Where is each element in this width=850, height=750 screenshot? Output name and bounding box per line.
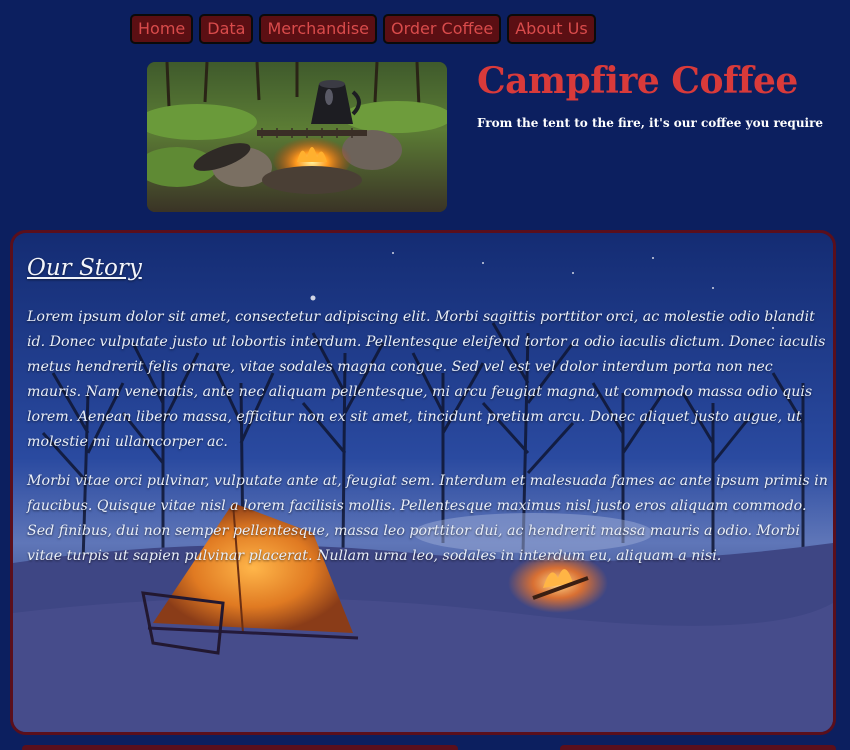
page: Home Data Merchandise Order Coffee About… [0, 0, 850, 750]
campfire-coffee-pot-image [147, 62, 447, 212]
next-section-right-edge [560, 745, 836, 750]
nav-about-us-button[interactable]: About Us [507, 14, 596, 44]
main-nav: Home Data Merchandise Order Coffee About… [130, 14, 596, 44]
nav-data-button[interactable]: Data [199, 14, 254, 44]
nav-merchandise-button[interactable]: Merchandise [259, 14, 377, 44]
story-paragraph-1: Lorem ipsum dolor sit amet, consectetur … [27, 309, 826, 450]
nav-order-coffee-button[interactable]: Order Coffee [383, 14, 502, 44]
next-section-left-edge [22, 745, 458, 750]
story-content: Our Story Lorem ipsum dolor sit amet, co… [27, 255, 829, 583]
site-tagline: From the tent to the fire, it's our coff… [477, 116, 824, 130]
story-paragraph-2: Morbi vitae orci pulvinar, vulputate ant… [27, 473, 828, 564]
story-heading: Our Story [27, 255, 142, 281]
story-panel: Our Story Lorem ipsum dolor sit amet, co… [10, 230, 836, 735]
site-title: Campfire Coffee [477, 60, 798, 102]
nav-home-button[interactable]: Home [130, 14, 194, 44]
